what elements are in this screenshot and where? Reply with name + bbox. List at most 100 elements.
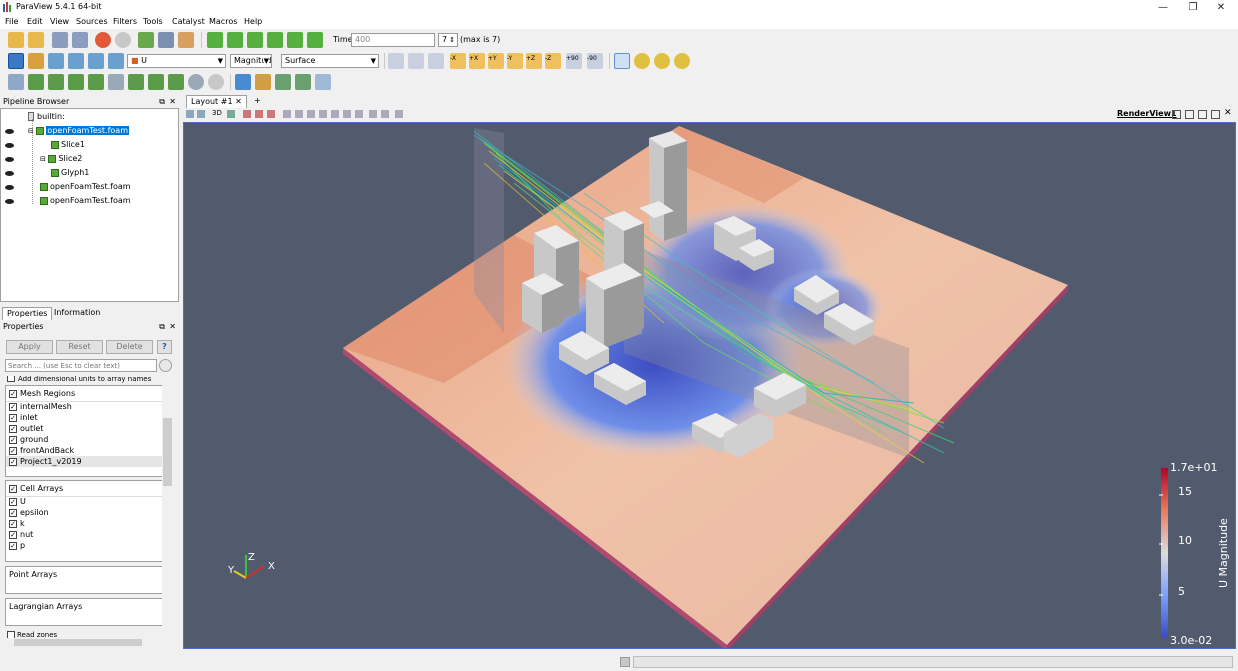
edit-color-map-icon[interactable] bbox=[28, 53, 44, 69]
pipeline-item-openfoam-3[interactable]: openFoamTest.foam bbox=[40, 196, 131, 206]
split-horizontal-icon[interactable] bbox=[1172, 110, 1181, 119]
menu-view[interactable]: View bbox=[50, 17, 69, 26]
undo-icon[interactable] bbox=[95, 32, 111, 48]
undock-view-icon[interactable] bbox=[1211, 110, 1220, 119]
time-field[interactable]: 400 bbox=[351, 33, 435, 47]
render-view-3d[interactable]: 1.7e+01 15 10 5 3.0e-02 U Magnitude Z Y … bbox=[183, 122, 1236, 649]
memory-inspector-icon[interactable] bbox=[620, 657, 630, 667]
shrink-selection-icon[interactable] bbox=[343, 110, 351, 118]
mesh-region-checkbox[interactable]: ✓ bbox=[9, 447, 17, 455]
advanced-settings-gear-icon[interactable] bbox=[159, 359, 172, 372]
menu-file[interactable]: File bbox=[5, 17, 18, 26]
minimize-button[interactable]: — bbox=[1148, 0, 1178, 15]
scrollbar-thumb[interactable] bbox=[163, 418, 172, 486]
pipeline-item-builtin[interactable]: builtin: bbox=[28, 112, 65, 122]
undock-icon[interactable]: ⧉ bbox=[159, 95, 165, 108]
component-select[interactable]: Magnitude▼ bbox=[230, 54, 272, 68]
mesh-region-checkbox[interactable]: ✓ bbox=[9, 458, 17, 466]
color-by-select[interactable]: ■ U ▼ bbox=[127, 54, 226, 68]
pipeline-item-openfoam-1[interactable]: ⊟ openFoamTest.foam bbox=[28, 126, 129, 136]
cell-array-checkbox[interactable]: ✓ bbox=[9, 498, 17, 506]
view-plus-y-icon[interactable]: +Y bbox=[488, 53, 504, 69]
rotate-plus-90-icon[interactable]: +90 bbox=[566, 53, 582, 69]
grow-selection-icon[interactable] bbox=[331, 110, 339, 118]
extract-level-icon[interactable] bbox=[208, 74, 224, 90]
first-frame-icon[interactable] bbox=[207, 32, 223, 48]
macro-icon[interactable] bbox=[275, 74, 291, 90]
connect-icon[interactable] bbox=[138, 32, 154, 48]
rescale-visible-icon[interactable] bbox=[88, 53, 104, 69]
mesh-region-checkbox[interactable]: ✓ bbox=[9, 436, 17, 444]
collapse-icon[interactable]: ⊟ bbox=[40, 155, 46, 163]
slice-icon[interactable] bbox=[68, 74, 84, 90]
show-orientation-axes-icon[interactable] bbox=[614, 53, 630, 69]
tab-information[interactable]: Information bbox=[50, 307, 104, 320]
mesh-regions-header-checkbox[interactable]: ✓ bbox=[9, 390, 17, 398]
toggle-color-legend-icon[interactable] bbox=[8, 53, 24, 69]
reset-button[interactable]: Reset bbox=[56, 340, 103, 354]
view-plus-x-icon[interactable]: +X bbox=[469, 53, 485, 69]
split-vertical-icon[interactable] bbox=[1185, 110, 1194, 119]
open-folder-icon[interactable] bbox=[28, 32, 44, 48]
tab-properties[interactable]: Properties bbox=[2, 307, 53, 320]
close-view-icon[interactable]: ✕ bbox=[1224, 108, 1232, 118]
python-trace-icon[interactable] bbox=[255, 74, 271, 90]
zoom-to-data-icon[interactable] bbox=[408, 53, 424, 69]
pipeline-item-glyph1[interactable]: Glyph1 bbox=[51, 168, 89, 178]
toggle-3d-button[interactable]: 3D bbox=[212, 109, 222, 117]
threshold-icon[interactable] bbox=[88, 74, 104, 90]
reset-camera-icon[interactable] bbox=[388, 53, 404, 69]
select-frustum-icon[interactable] bbox=[267, 110, 275, 118]
view-minus-x-icon[interactable]: -X bbox=[450, 53, 466, 69]
polygon-select-icon[interactable] bbox=[355, 110, 363, 118]
interactive-select-icon[interactable] bbox=[283, 110, 291, 118]
disconnect-icon[interactable] bbox=[158, 32, 174, 48]
select-cells-icon[interactable] bbox=[243, 110, 251, 118]
camera-link-icon[interactable] bbox=[186, 110, 194, 118]
open-file-icon[interactable] bbox=[8, 32, 24, 48]
cell-array-checkbox[interactable]: ✓ bbox=[9, 520, 17, 528]
cell-array-checkbox[interactable]: ✓ bbox=[9, 531, 17, 539]
apply-button[interactable]: Apply bbox=[6, 340, 53, 354]
previous-frame-icon[interactable] bbox=[227, 32, 243, 48]
settings-icon[interactable] bbox=[178, 32, 194, 48]
pipeline-item-openfoam-2[interactable]: openFoamTest.foam bbox=[40, 182, 131, 192]
capture-icon[interactable] bbox=[197, 110, 205, 118]
add-layout-tab[interactable]: + bbox=[250, 95, 265, 108]
trash-icon[interactable] bbox=[395, 110, 403, 118]
selection-icon[interactable] bbox=[227, 110, 235, 118]
eye-icon[interactable] bbox=[5, 129, 14, 134]
select-block-icon[interactable] bbox=[295, 110, 303, 118]
menu-help[interactable]: Help bbox=[244, 17, 262, 26]
close-icon[interactable]: ✕ bbox=[169, 320, 176, 333]
rescale-temporal-icon[interactable] bbox=[108, 53, 124, 69]
eye-icon[interactable] bbox=[5, 199, 14, 204]
help-button[interactable]: ? bbox=[157, 340, 172, 354]
show-center-icon[interactable] bbox=[634, 53, 650, 69]
clear-selection-icon[interactable] bbox=[381, 110, 389, 118]
eye-icon[interactable] bbox=[5, 143, 14, 148]
mesh-region-checkbox[interactable]: ✓ bbox=[9, 414, 17, 422]
glyph-icon[interactable] bbox=[128, 74, 144, 90]
hover-points-icon[interactable] bbox=[307, 110, 315, 118]
warp-vector-icon[interactable] bbox=[168, 74, 184, 90]
last-frame-icon[interactable] bbox=[287, 32, 303, 48]
zoom-to-box-icon[interactable] bbox=[428, 53, 444, 69]
reset-range-icon[interactable] bbox=[48, 53, 64, 69]
view-plus-z-icon[interactable]: +Z bbox=[526, 53, 542, 69]
maximize-button[interactable]: ❐ bbox=[1178, 0, 1208, 15]
stream-tracer-icon[interactable] bbox=[148, 74, 164, 90]
menu-macros[interactable]: Macros bbox=[209, 17, 237, 26]
close-button[interactable]: ✕ bbox=[1206, 0, 1236, 15]
eye-icon[interactable] bbox=[5, 157, 14, 162]
menu-filters[interactable]: Filters bbox=[113, 17, 137, 26]
pipeline-item-slice1[interactable]: Slice1 bbox=[51, 140, 85, 150]
redo-icon[interactable] bbox=[115, 32, 131, 48]
query-icon[interactable] bbox=[295, 74, 311, 90]
representation-select[interactable]: Surface ▼ bbox=[281, 54, 379, 68]
mesh-region-checkbox[interactable]: ✓ bbox=[9, 403, 17, 411]
render-view-canvas[interactable]: 1.7e+01 15 10 5 3.0e-02 U Magnitude Z Y … bbox=[184, 123, 1236, 649]
select-points-icon[interactable] bbox=[255, 110, 263, 118]
menu-tools[interactable]: Tools bbox=[143, 17, 163, 26]
next-frame-icon[interactable] bbox=[267, 32, 283, 48]
